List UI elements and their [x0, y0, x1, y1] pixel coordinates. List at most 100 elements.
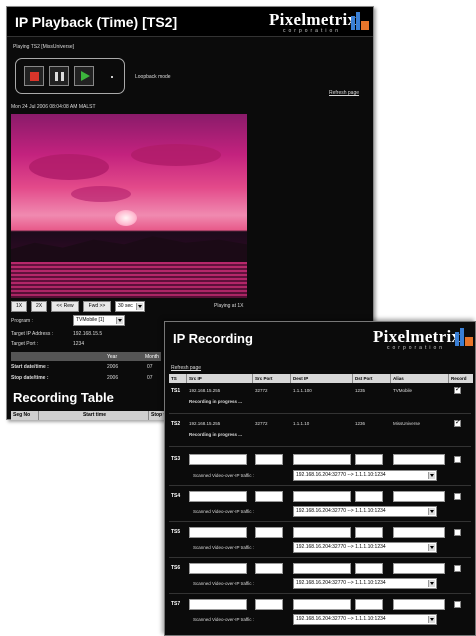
- scanned-traffic-value: 192.168.16.204:32770 --> 1.1.1.10:1234: [296, 508, 386, 514]
- playing-label: Playing TS2 [MissUniverse]: [13, 44, 75, 50]
- stop-datetime-label: Stop date/time :: [11, 375, 49, 381]
- dst-port-input[interactable]: [355, 491, 383, 502]
- dst-port-input[interactable]: [355, 563, 383, 574]
- playback-title: IP Playback (Time) [TS2]: [15, 14, 178, 30]
- seek-select-value: 30 sec: [118, 303, 133, 309]
- scanned-traffic-select[interactable]: 192.168.16.204:32770 --> 1.1.1.10:1234: [293, 614, 437, 625]
- src-ip-input[interactable]: [189, 599, 247, 610]
- scanned-traffic-value: 192.168.16.204:32770 --> 1.1.1.10:1234: [296, 616, 386, 622]
- logo-tagline: corporation: [387, 345, 446, 351]
- row-divider: [169, 593, 471, 594]
- playback-header: IP Playback (Time) [TS2] Pixelmetrix cor…: [7, 7, 373, 37]
- dest-ip-value: 1.1.1.100: [293, 388, 312, 393]
- record-checkbox[interactable]: [454, 418, 461, 427]
- src-port-input[interactable]: [255, 454, 283, 465]
- stop-icon: [30, 72, 39, 81]
- src-ip-input[interactable]: [189, 491, 247, 502]
- pause-icon: [55, 72, 58, 81]
- src-port-input[interactable]: [255, 491, 283, 502]
- refresh-link[interactable]: Refresh page: [171, 365, 201, 371]
- src-ip-input[interactable]: [189, 563, 247, 574]
- alias-input[interactable]: [393, 454, 445, 465]
- row-divider: [169, 521, 471, 522]
- dst-port-value: 1235: [355, 388, 366, 393]
- dest-ip-input[interactable]: [293, 491, 351, 502]
- dst-port-input[interactable]: [355, 599, 383, 610]
- play-button[interactable]: [74, 66, 94, 86]
- dest-ip-input[interactable]: [293, 599, 351, 610]
- dst-port-input[interactable]: [355, 454, 383, 465]
- src-ip-input[interactable]: [189, 527, 247, 538]
- speed-2x-button[interactable]: 2X: [31, 301, 47, 312]
- stop-button[interactable]: [24, 66, 44, 86]
- record-checkbox[interactable]: [454, 385, 461, 394]
- src-port-input[interactable]: [255, 527, 283, 538]
- ts-label: TS4: [171, 493, 181, 499]
- record-checkbox[interactable]: [454, 601, 461, 608]
- scanned-traffic-select[interactable]: 192.168.16.204:32770 --> 1.1.1.10:1234: [293, 578, 437, 589]
- dest-ip-input[interactable]: [293, 454, 351, 465]
- refresh-link[interactable]: Refresh page: [329, 90, 359, 96]
- src-ip-value: 192.168.15.255: [189, 388, 221, 393]
- alias-input[interactable]: [393, 491, 445, 502]
- chevron-down-icon: [428, 580, 435, 587]
- ts-label: TS5: [171, 529, 181, 535]
- ts-label: TS3: [171, 456, 181, 462]
- dst-port-value: 1236: [355, 421, 366, 426]
- rewind-button[interactable]: << Rew: [51, 301, 79, 312]
- src-port-input[interactable]: [255, 599, 283, 610]
- ts-label: TS2: [171, 421, 181, 427]
- alias-input[interactable]: [393, 527, 445, 538]
- chevron-down-icon: [116, 317, 123, 324]
- transport-controls: [15, 58, 125, 94]
- col-header-src-port: Src Port: [253, 374, 291, 383]
- logo-name: Pixelmetrix: [373, 327, 461, 346]
- scanned-traffic-value: 192.168.16.204:32770 --> 1.1.1.10:1234: [296, 472, 386, 478]
- src-ip-input[interactable]: [189, 454, 247, 465]
- record-checkbox[interactable]: [454, 529, 461, 536]
- scanned-traffic-select[interactable]: 192.168.16.204:32770 --> 1.1.1.10:1234: [293, 506, 437, 517]
- scan-label: Scanned Video-over-IP traffic :: [193, 509, 255, 514]
- scan-label: Scanned Video-over-IP traffic :: [193, 545, 255, 550]
- forward-button[interactable]: Fwd >>: [83, 301, 111, 312]
- target-ip-value: 192.168.15.5: [73, 331, 103, 337]
- program-select[interactable]: TVMobile [1]: [73, 315, 125, 326]
- src-port-value: 32772: [255, 388, 268, 393]
- cloud-shape: [131, 144, 221, 166]
- target-ip-label: Target IP Address :: [11, 331, 54, 337]
- col-header-dest-ip: Dest IP: [291, 374, 353, 383]
- src-port-input[interactable]: [255, 563, 283, 574]
- loopback-dot-icon: [111, 76, 113, 78]
- year-header: Year: [107, 354, 118, 360]
- pause-button[interactable]: [49, 66, 69, 86]
- record-checkbox[interactable]: [454, 456, 461, 463]
- logo-name: Pixelmetrix: [269, 10, 357, 29]
- speed-1x-button[interactable]: 1X: [11, 301, 27, 312]
- dest-ip-input[interactable]: [293, 563, 351, 574]
- start-year: 2006: [107, 364, 119, 370]
- video-frame: [11, 114, 247, 298]
- alias-input[interactable]: [393, 599, 445, 610]
- dest-ip-value: 1.1.1.10: [293, 421, 310, 426]
- record-checkbox[interactable]: [454, 565, 461, 572]
- program-label: Program :: [11, 318, 33, 324]
- recording-status: Recording in progress ...: [189, 432, 243, 437]
- col-header-src-ip: Src IP: [187, 374, 253, 383]
- table-header-seg: Seg No: [11, 411, 39, 420]
- dest-ip-input[interactable]: [293, 527, 351, 538]
- logo-icon: [351, 12, 369, 30]
- seek-select[interactable]: 30 sec: [115, 301, 145, 312]
- cloud-shape: [29, 154, 109, 180]
- ts-label: TS6: [171, 565, 181, 571]
- record-checkbox[interactable]: [454, 493, 461, 500]
- target-port-value: 1234: [73, 341, 85, 347]
- scanned-traffic-value: 192.168.16.204:32770 --> 1.1.1.10:1234: [296, 580, 386, 586]
- logo-tagline: corporation: [283, 28, 342, 34]
- playback-status: Playing at 1X: [214, 303, 244, 309]
- scanned-traffic-select[interactable]: 192.168.16.204:32770 --> 1.1.1.10:1234: [293, 542, 437, 553]
- alias-input[interactable]: [393, 563, 445, 574]
- scanned-traffic-select[interactable]: 192.168.16.204:32770 --> 1.1.1.10:1234: [293, 470, 437, 481]
- col-header-ts: TS: [169, 374, 187, 383]
- scan-label: Scanned Video-over-IP traffic :: [193, 617, 255, 622]
- dst-port-input[interactable]: [355, 527, 383, 538]
